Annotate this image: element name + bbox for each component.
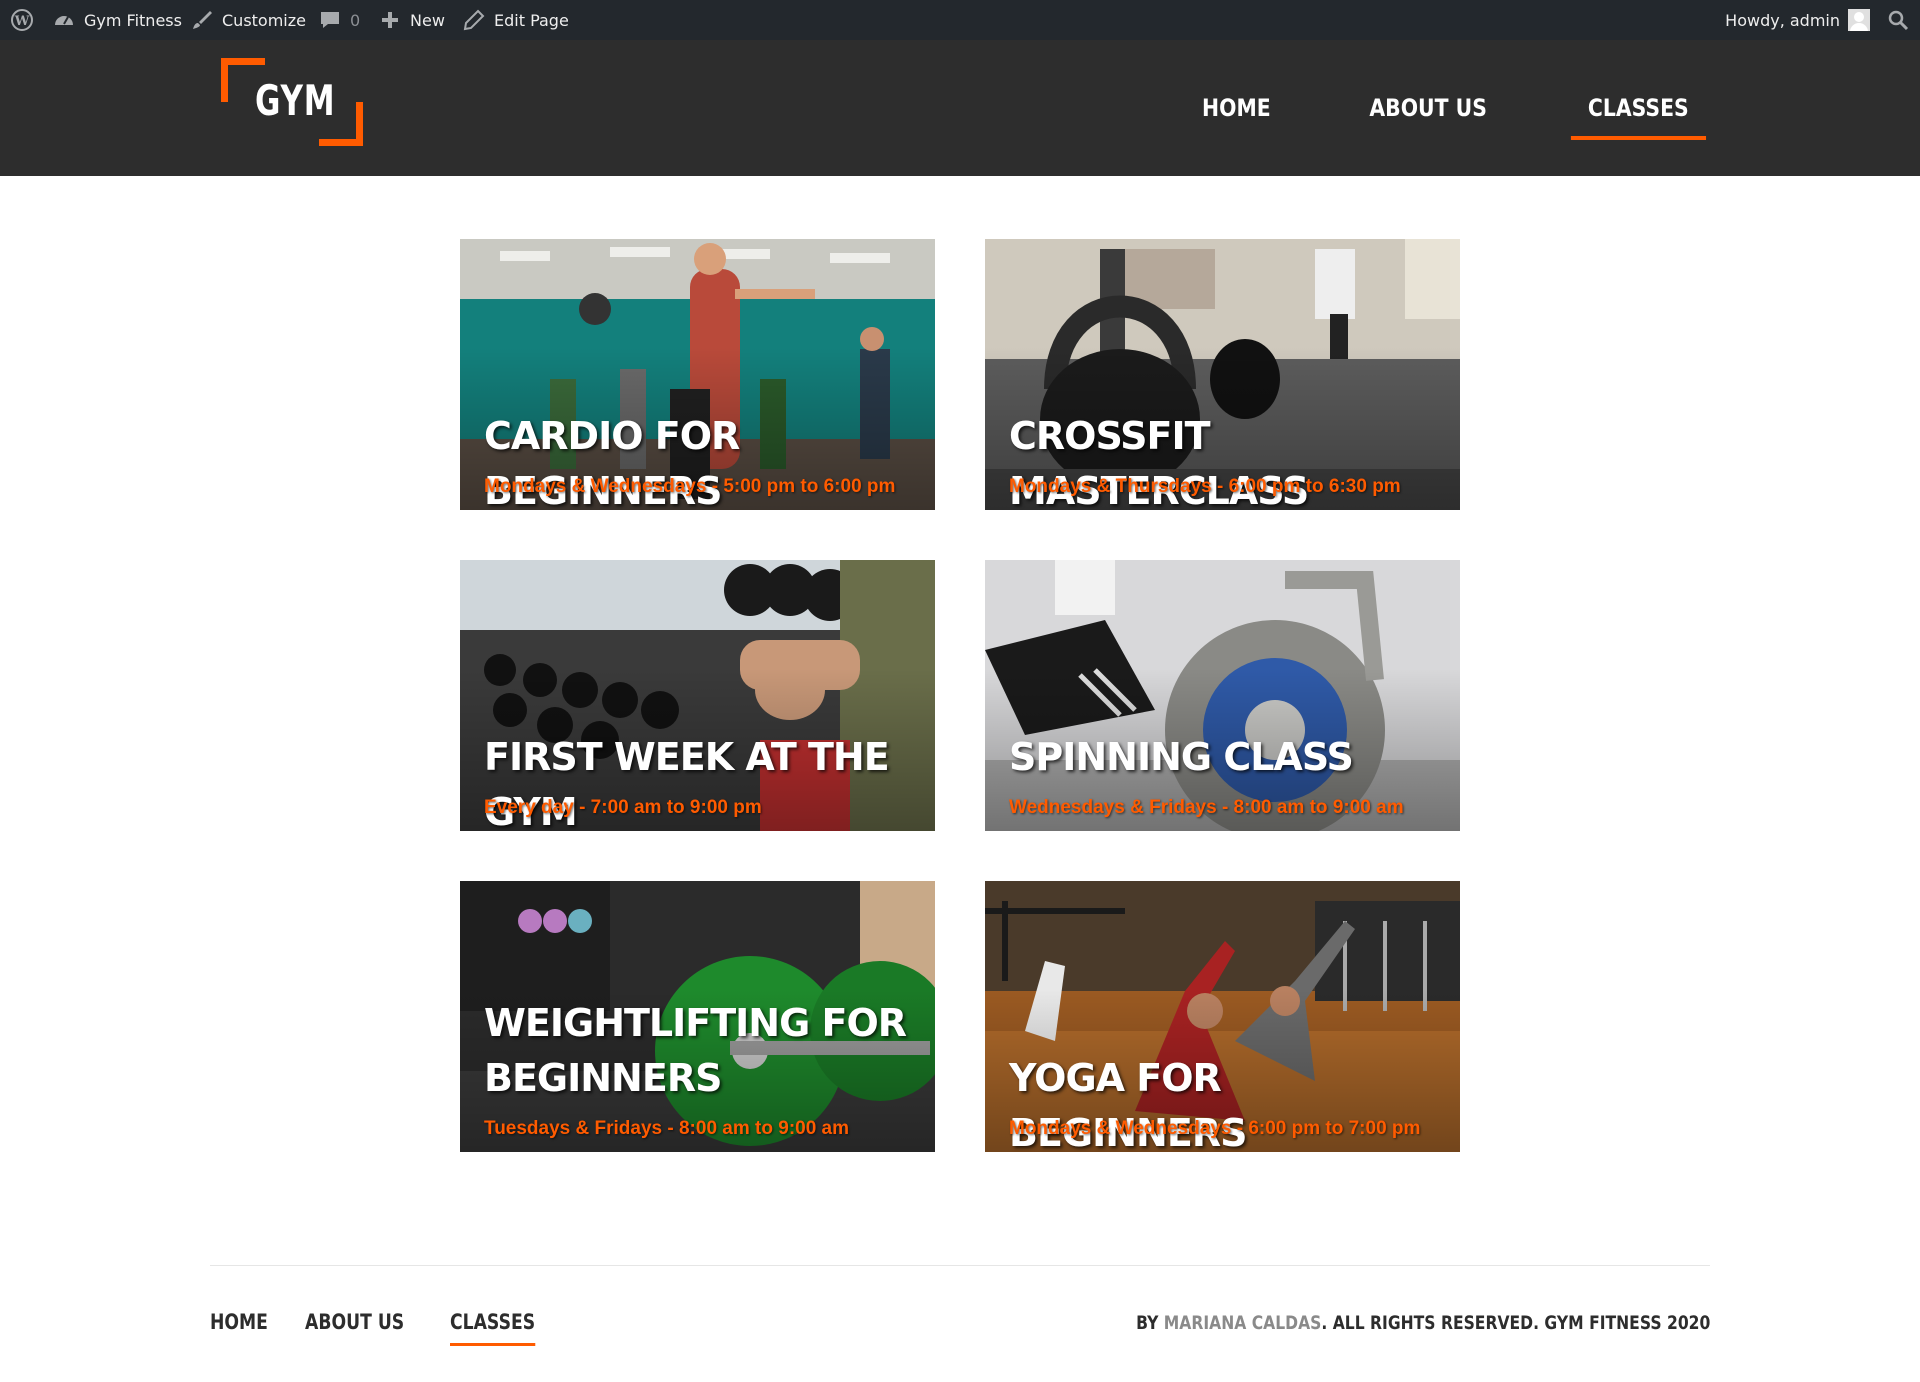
edit-page-label: Edit Page [494, 10, 569, 30]
dashboard-gauge-icon [55, 16, 73, 25]
footer-divider [210, 1265, 1710, 1266]
class-card-weightlifting[interactable]: WEIGHTLIFTING FOR BEGINNERS Tuesdays & F… [460, 881, 935, 1152]
site-name-link[interactable]: Gym Fitness [52, 0, 182, 40]
comments-link[interactable]: 0 [318, 0, 360, 40]
class-title-line1: WEIGHTLIFTING FOR [484, 1001, 907, 1045]
new-label: New [410, 10, 445, 30]
class-schedule: Tuesdays & Fridays - 8:00 am to 9:00 am [484, 1118, 850, 1139]
customize-label: Customize [222, 10, 306, 30]
wp-admin-bar: W Gym Fitness Customize 0 New Edit Page [0, 0, 1920, 40]
footer-nav-about-us[interactable]: ABOUT US [305, 1310, 404, 1334]
credits-prefix: BY [1135, 1312, 1159, 1334]
howdy-label: Howdy, admin [1725, 10, 1840, 30]
footer-navigation: HOME ABOUT US CLASSES [210, 1310, 553, 1346]
card-overlay [985, 560, 1460, 831]
account-menu[interactable]: Howdy, admin [1725, 0, 1870, 40]
pencil-icon [463, 9, 485, 31]
admin-search-button[interactable] [1886, 0, 1910, 40]
avatar [1848, 9, 1870, 31]
class-schedule: Every day - 7:00 am to 9:00 pm [484, 797, 762, 818]
new-content-link[interactable]: New [378, 0, 445, 40]
author-link[interactable]: MARIANA CALDAS [1163, 1312, 1321, 1334]
comments-count: 0 [350, 10, 361, 30]
class-title: WEIGHTLIFTING FOR BEGINNERS [484, 996, 915, 1106]
class-card-yoga[interactable]: YOGA FOR BEGINNERS Mondays & Wednesdays … [985, 881, 1460, 1152]
class-title: SPINNING CLASS [1009, 735, 1354, 779]
credits-suffix: . ALL RIGHTS RESERVED. GYM FITNESS 2020 [1321, 1312, 1710, 1334]
class-card-first-week[interactable]: FIRST WEEK AT THE GYM Every day - 7:00 a… [460, 560, 935, 831]
footer-nav-classes[interactable]: CLASSES [449, 1310, 535, 1346]
site-header: GYM HOME ABOUT US CLASSES [0, 40, 1920, 176]
nav-classes[interactable]: CLASSES [1571, 94, 1706, 140]
class-title-line2: BEGINNERS [484, 1056, 722, 1100]
class-schedule: Mondays & Wednesdays - 5:00 pm to 6:00 p… [484, 476, 896, 497]
site-name-label: Gym Fitness [84, 10, 182, 30]
wordpress-logo-button[interactable]: W [10, 0, 34, 40]
paintbrush-icon [193, 11, 212, 29]
class-schedule: Mondays & Wednesdays - 6:00 pm to 7:00 p… [1009, 1118, 1421, 1139]
class-schedule: Wednesdays & Fridays - 8:00 am to 9:00 a… [1009, 797, 1404, 818]
wordpress-icon: W [11, 9, 33, 31]
class-card-crossfit[interactable]: CROSSFIT MASTERCLASS Mondays & Thursdays… [985, 239, 1460, 510]
customize-link[interactable]: Customize [190, 0, 306, 40]
site-logo[interactable]: GYM [221, 58, 363, 146]
nav-home[interactable]: HOME [1192, 94, 1281, 122]
search-icon [1888, 10, 1909, 31]
class-schedule: Mondays & Thursdays - 6:00 pm to 6:30 pm [1009, 476, 1401, 497]
footer-nav-home[interactable]: HOME [210, 1310, 268, 1334]
class-card-spinning[interactable]: SPINNING CLASS Wednesdays & Fridays - 8:… [985, 560, 1460, 831]
main-navigation: HOME ABOUT US CLASSES [1184, 40, 1710, 176]
nav-about-us[interactable]: ABOUT US [1359, 94, 1497, 122]
logo-text: GYM [255, 76, 336, 125]
footer-credits: BY MARIANA CALDAS. ALL RIGHTS RESERVED. … [1136, 1312, 1710, 1334]
svg-text:W: W [14, 14, 30, 29]
edit-page-link[interactable]: Edit Page [462, 0, 569, 40]
plus-icon [382, 12, 398, 28]
comment-bubble-icon [321, 12, 339, 28]
class-card-cardio[interactable]: CARDIO FOR BEGINNERS Mondays & Wednesday… [460, 239, 935, 510]
